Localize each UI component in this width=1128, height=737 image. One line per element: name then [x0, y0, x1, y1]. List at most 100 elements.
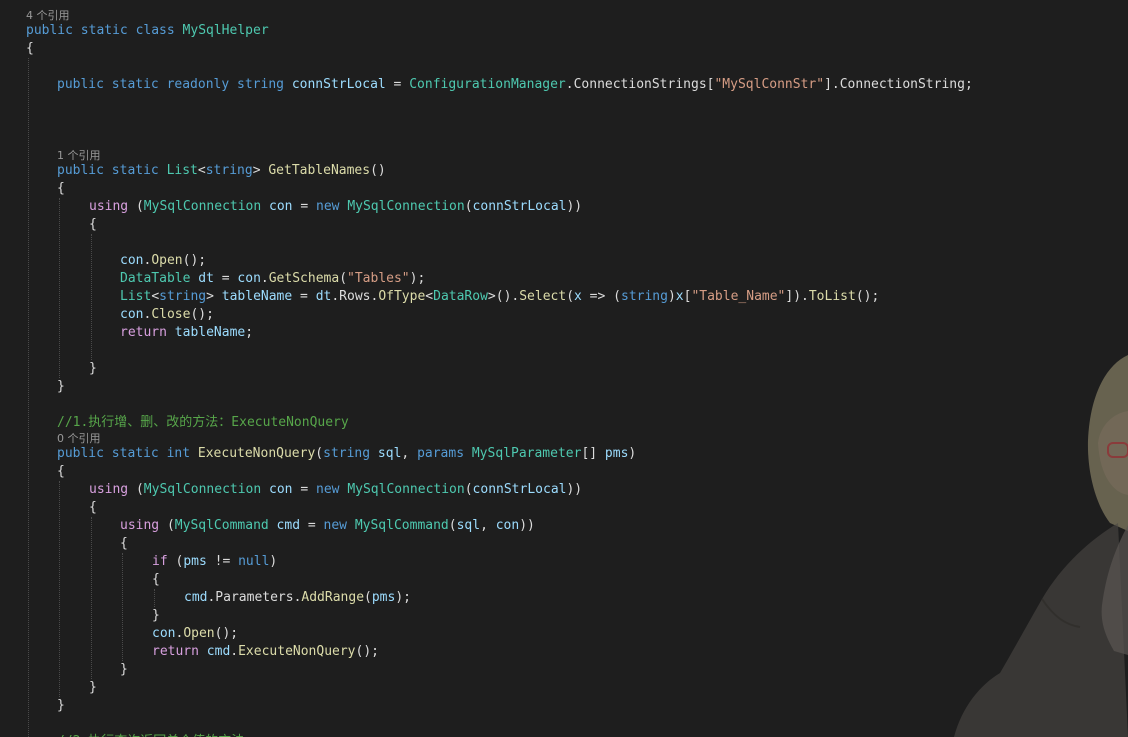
token-plain: ) — [628, 446, 637, 461]
token-identifier: dt — [315, 289, 332, 304]
token-keyword: string — [205, 163, 253, 178]
code-line: { — [57, 180, 65, 198]
token-plain: (); — [182, 253, 207, 268]
code-line: return tableName; — [120, 324, 253, 342]
token-plain: = — [292, 289, 316, 304]
token-method: Select — [519, 289, 567, 304]
token-plain: [] — [581, 446, 605, 461]
code-line: } — [57, 697, 65, 715]
token-plain: > — [252, 163, 269, 178]
token-control-keyword: return — [152, 644, 207, 659]
token-string: "Tables" — [347, 271, 410, 286]
token-identifier: pms — [604, 446, 629, 461]
code-line: public static List<string> GetTableNames… — [57, 162, 386, 180]
indent-guide — [122, 553, 123, 661]
token-plain: ( — [167, 554, 184, 569]
token-keyword: new — [316, 199, 348, 214]
token-plain: < — [197, 163, 206, 178]
token-plain: )) — [566, 199, 583, 214]
code-line: List<string> tableName = dt.Rows.OfType<… — [120, 288, 879, 306]
token-plain: ( — [128, 199, 144, 214]
token-method: Open — [151, 253, 183, 268]
token-type: ConfigurationManager — [409, 77, 566, 92]
token-keyword: public static readonly string — [57, 77, 292, 92]
token-keyword: string — [159, 289, 207, 304]
token-plain: > — [206, 289, 222, 304]
code-line: { — [89, 216, 97, 234]
token-plain: != — [206, 554, 239, 569]
token-plain: ( — [339, 271, 348, 286]
token-plain: .Parameters. — [207, 590, 302, 605]
token-type: MySqlHelper — [182, 23, 269, 38]
token-plain: < — [425, 289, 434, 304]
token-plain: { — [89, 500, 97, 515]
token-plain: . — [260, 271, 269, 286]
code-line: } — [152, 607, 160, 625]
token-identifier: con — [495, 518, 520, 533]
token-plain: ]). — [785, 289, 809, 304]
token-method: ExecuteNonQuery — [197, 446, 316, 461]
token-plain: (); — [855, 289, 880, 304]
token-control-keyword: using — [89, 199, 129, 214]
token-string: "Table_Name" — [691, 289, 786, 304]
code-line: } — [120, 661, 128, 679]
token-plain: ) — [667, 289, 676, 304]
codelens-reference-count[interactable]: 1 个引用 — [57, 149, 101, 163]
token-control-keyword: using — [120, 518, 160, 533]
token-plain: { — [57, 181, 65, 196]
token-plain: < — [151, 289, 160, 304]
token-identifier: cmd — [206, 644, 231, 659]
token-keyword: public static int — [57, 446, 198, 461]
token-plain: { — [152, 572, 160, 587]
token-type: List — [166, 163, 198, 178]
code-line: public static readonly string connStrLoc… — [57, 76, 973, 94]
token-plain: = — [292, 199, 316, 214]
token-keyword: public static — [57, 163, 167, 178]
token-plain: = — [213, 271, 238, 286]
code-line: con.Close(); — [120, 306, 214, 324]
token-plain: ) — [269, 554, 278, 569]
token-plain: >(). — [487, 289, 520, 304]
code-line: using (MySqlCommand cmd = new MySqlComma… — [120, 517, 535, 535]
token-keyword: string — [323, 446, 378, 461]
code-line: con.Open(); — [152, 625, 238, 643]
indent-guide — [91, 234, 92, 360]
token-plain: = — [300, 518, 324, 533]
code-editor[interactable]: 4 个引用 1 个引用 0 个引用 public static class MySq… — [0, 0, 1128, 737]
token-plain: { — [120, 536, 128, 551]
codelens-reference-count[interactable]: 0 个引用 — [57, 432, 101, 446]
token-method: AddRange — [301, 590, 365, 605]
token-method: Open — [183, 626, 215, 641]
token-type: DataRow — [433, 289, 488, 304]
token-control-keyword: using — [89, 482, 129, 497]
token-plain: .Rows. — [331, 289, 379, 304]
token-plain: ( — [128, 482, 144, 497]
token-plain: (); — [190, 307, 214, 322]
indent-guide — [28, 58, 29, 737]
token-keyword: new — [316, 482, 348, 497]
code-line: { — [26, 40, 34, 58]
token-identifier: pms — [371, 590, 396, 605]
token-plain: ( — [315, 446, 324, 461]
token-plain: ( — [464, 199, 473, 214]
token-keyword: public static class — [26, 23, 183, 38]
token-method: GetTableNames — [268, 163, 371, 178]
token-identifier: x — [675, 289, 684, 304]
token-plain: ( — [159, 518, 175, 533]
background-character-image — [954, 355, 1128, 737]
token-identifier: con — [120, 307, 144, 322]
token-type: MySqlCommand — [174, 518, 269, 533]
token-identifier: con — [269, 199, 293, 214]
token-plain: ( — [566, 289, 575, 304]
indent-guide — [59, 481, 60, 697]
token-plain: , — [401, 446, 418, 461]
token-plain: (); — [214, 626, 239, 641]
code-line: { — [57, 463, 65, 481]
token-identifier: pms — [183, 554, 207, 569]
codelens-reference-count[interactable]: 4 个引用 — [26, 9, 70, 23]
token-keyword: new — [323, 518, 355, 533]
token-plain: } — [89, 680, 97, 695]
token-type: MySqlConnection — [347, 482, 465, 497]
token-plain: = — [292, 482, 316, 497]
